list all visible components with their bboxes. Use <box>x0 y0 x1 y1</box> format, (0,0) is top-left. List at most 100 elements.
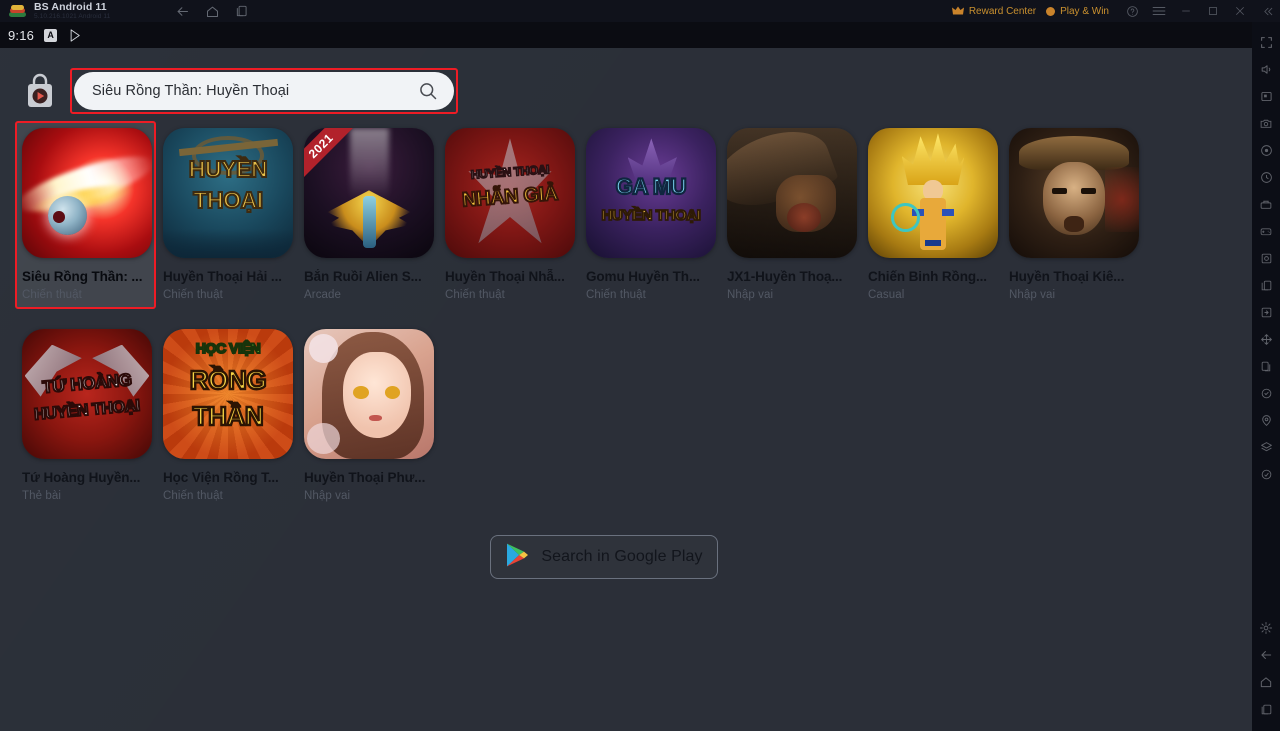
app-genre: Nhập vai <box>1009 289 1056 301</box>
titlebar-nav-group <box>174 3 250 19</box>
search-results-screen: Siêu Rồng Thần: Huyền Thoại Siêu Rồng Th… <box>0 48 1252 731</box>
icon-text: HỌC VIỆN <box>195 340 262 356</box>
app-genre: Chiến thuật <box>163 289 223 301</box>
layers-icon[interactable] <box>1255 435 1277 459</box>
app-name: Gomu Huyền Th... <box>586 269 700 284</box>
sync-icon[interactable] <box>1255 300 1277 324</box>
minimize-icon[interactable] <box>1179 4 1193 18</box>
keymapping-icon[interactable] <box>1255 84 1277 108</box>
app-genre: Thẻ bài <box>22 490 62 502</box>
status-time: 9:16 <box>8 27 35 43</box>
icon-text: 2021 <box>305 130 336 161</box>
reward-center-button[interactable]: Reward Center <box>951 5 1037 17</box>
copy-icon[interactable] <box>1255 354 1277 378</box>
search-in-google-play-button[interactable]: Search in Google Play <box>490 535 718 579</box>
app-card[interactable]: Chiến Binh Rồng... Casual <box>868 128 1009 309</box>
search-row: Siêu Rồng Thần: Huyền Thoại <box>22 68 458 114</box>
app-card[interactable]: HUYỀN THOẠI Huyền Thoại Hải ... Chiến th… <box>163 128 304 309</box>
app-icon-anime-girl <box>304 329 434 459</box>
search-icon[interactable] <box>418 81 438 101</box>
google-play-icon <box>67 27 83 43</box>
app-name: Huyền Thoại Hải ... <box>163 269 282 284</box>
move-icon[interactable] <box>1255 327 1277 351</box>
app-icon-huyenthoai-blue: HUYỀN THOẠI <box>163 128 293 258</box>
app-card[interactable]: GA MU HUYỀN THOẠI Gomu Huyền Th... Chiến… <box>586 128 727 309</box>
maximize-icon[interactable] <box>1206 4 1220 18</box>
multi-instance-icon[interactable] <box>234 3 250 19</box>
app-name: Chiến Binh Rồng... <box>868 269 987 284</box>
app-name: Tứ Hoàng Huyền... <box>22 470 141 485</box>
home-icon[interactable] <box>204 3 220 19</box>
recents-icon[interactable] <box>1255 697 1277 721</box>
app-card[interactable]: HUYỀN THOẠI NHẪN GIẢ Huyền Thoại Nhẫ... … <box>445 128 586 309</box>
app-genre: Nhập vai <box>727 289 774 301</box>
icon-text: RỒNG <box>189 365 268 395</box>
app-genre: Chiến thuật <box>22 289 82 301</box>
app-name: Siêu Rồng Thần: ... <box>22 269 143 284</box>
app-name: Huyền Thoại Kiê... <box>1009 269 1125 284</box>
volume-icon[interactable] <box>1255 57 1277 81</box>
search-input[interactable]: Siêu Rồng Thần: Huyền Thoại <box>74 72 454 110</box>
record-icon[interactable] <box>1255 138 1277 162</box>
eco-mode-icon[interactable] <box>1255 246 1277 270</box>
back-icon[interactable] <box>174 3 190 19</box>
app-genre: Chiến thuật <box>445 289 505 301</box>
fullscreen-icon[interactable] <box>1255 30 1277 54</box>
icon-text: NHẪN GIẢ <box>460 181 559 212</box>
close-icon[interactable] <box>1233 4 1247 18</box>
bluestacks-window: BS Android 11 5.10.216.1021 Android 11 R… <box>0 0 1280 731</box>
app-genre: Chiến thuật <box>586 289 646 301</box>
search-input-value: Siêu Rồng Thần: Huyền Thoại <box>92 83 290 99</box>
collapse-sidebar-icon[interactable] <box>1260 4 1274 18</box>
app-genre: Chiến thuật <box>163 490 223 502</box>
script-icon[interactable] <box>1255 192 1277 216</box>
reward-center-label: Reward Center <box>968 5 1037 17</box>
app-card[interactable]: JX1-Huyền Thoạ... Nhập vai <box>727 128 868 309</box>
app-card[interactable]: Huyền Thoại Kiê... Nhập vai <box>1009 128 1150 309</box>
home-icon[interactable] <box>1255 670 1277 694</box>
crown-icon <box>951 6 964 15</box>
titlebar-right-group: Reward Center Play & Win <box>951 4 1276 18</box>
icon-text: HUYỀN THOẠI <box>601 206 702 224</box>
app-store-bag-icon[interactable] <box>22 72 58 110</box>
trim-icon[interactable] <box>1255 462 1277 486</box>
location-icon[interactable] <box>1255 408 1277 432</box>
app-card[interactable]: Huyền Thoại Phư... Nhập vai <box>304 329 445 502</box>
google-play-button-label: Search in Google Play <box>541 548 703 565</box>
app-card[interactable]: HỌC VIỆN RỒNG THẦN Học Viện Rồng T... Ch… <box>163 329 304 502</box>
app-results-grid: Siêu Rồng Thần: ... Chiến thuật HUYỀN TH… <box>15 121 1202 502</box>
app-icon-hocvien-orange: HỌC VIỆN RỒNG THẦN <box>163 329 293 459</box>
shake-icon[interactable] <box>1255 381 1277 405</box>
app-name: Huyền Thoại Phư... <box>304 470 426 485</box>
macro-icon[interactable] <box>1255 165 1277 189</box>
app-icon-gamu-purple: GA MU HUYỀN THOẠI <box>586 128 716 258</box>
multi-instance-icon[interactable] <box>1255 273 1277 297</box>
instance-title-block: BS Android 11 5.10.216.1021 Android 11 <box>34 1 164 21</box>
app-icon-dragon-rider <box>727 128 857 258</box>
app-icon-shooter-2021: 2021 <box>304 128 434 258</box>
icon-text: HUYỀN THOẠI <box>33 397 142 425</box>
icon-text: THẦN <box>191 401 264 432</box>
play-and-win-label: Play & Win <box>1060 5 1109 17</box>
title-bar: BS Android 11 5.10.216.1021 Android 11 R… <box>0 0 1280 22</box>
screenshot-icon[interactable] <box>1255 111 1277 135</box>
app-genre: Nhập vai <box>304 490 351 502</box>
app-name: Học Viện Rồng T... <box>163 470 279 485</box>
google-play-icon <box>505 542 529 573</box>
bluestacks-logo-icon <box>8 3 28 19</box>
help-icon[interactable] <box>1125 4 1139 18</box>
search-box-highlight: Siêu Rồng Thần: Huyền Thoại <box>70 68 458 114</box>
instance-subtitle: 5.10.216.1021 Android 11 <box>34 13 111 20</box>
menu-icon[interactable] <box>1152 4 1166 18</box>
app-name: JX1-Huyền Thoạ... <box>727 269 843 284</box>
app-card[interactable]: Siêu Rồng Thần: ... Chiến thuật <box>15 121 156 309</box>
gamepad-icon[interactable] <box>1255 219 1277 243</box>
right-toolbar <box>1252 22 1280 731</box>
icon-text: THOẠI <box>192 187 264 214</box>
back-icon[interactable] <box>1255 643 1277 667</box>
app-card[interactable]: TỨ HOÀNG HUYỀN THOẠI Tứ Hoàng Huyền... T… <box>22 329 163 502</box>
app-genre: Arcade <box>304 289 342 301</box>
app-card[interactable]: 2021 Bắn Ruồi Alien S... Arcade <box>304 128 445 309</box>
play-and-win-button[interactable]: Play & Win <box>1046 6 1109 17</box>
settings-gear-icon[interactable] <box>1255 616 1277 640</box>
